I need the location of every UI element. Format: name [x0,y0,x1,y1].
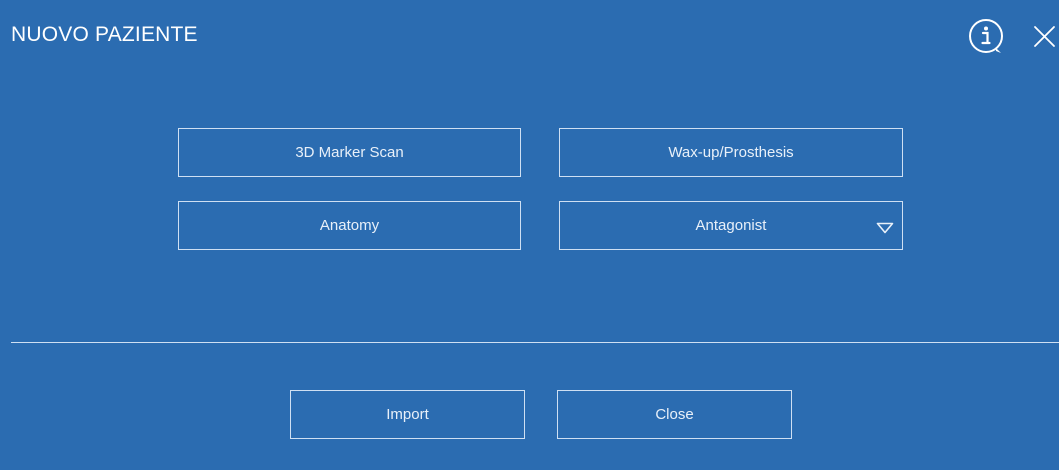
info-icon[interactable] [967,17,1005,55]
dialog-bottom-edge [0,460,1059,470]
close-label: Close [655,406,694,423]
chevron-down-icon[interactable] [876,222,894,234]
import-label: Import [386,406,429,423]
marker-scan-button[interactable]: 3D Marker Scan [178,128,521,177]
dialog-title: NUOVO PAZIENTE [11,23,198,46]
marker-scan-label: 3D Marker Scan [295,144,404,161]
close-icon[interactable] [1029,21,1059,51]
new-patient-dialog: NUOVO PAZIENTE 3D Marker Scan Wax-up/Pro… [0,0,1059,470]
section-divider [11,342,1059,343]
antagonist-dropdown[interactable]: Antagonist [559,201,903,250]
waxup-prosthesis-label: Wax-up/Prosthesis [668,144,794,161]
close-button[interactable]: Close [557,390,792,439]
antagonist-label: Antagonist [695,217,767,234]
anatomy-label: Anatomy [319,217,380,234]
waxup-prosthesis-button[interactable]: Wax-up/Prosthesis [559,128,903,177]
import-button[interactable]: Import [290,390,525,439]
anatomy-button[interactable]: Anatomy [178,201,521,250]
